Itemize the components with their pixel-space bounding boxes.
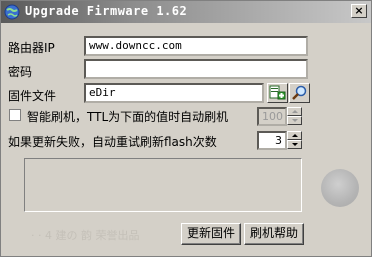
smart-flash-checkbox[interactable] (9, 109, 21, 121)
status-indicator (321, 169, 359, 207)
upgrade-firmware-window: Upgrade Firmware 1.62 × 路由器IP www.downcc… (0, 0, 372, 257)
add-file-icon (268, 85, 287, 106)
retry-up-button[interactable] (287, 131, 302, 140)
retry-count-label: 如果更新失败，自动重试刷新flash次数 (8, 135, 217, 149)
status-log-box (24, 158, 302, 212)
firmware-file-label: 固件文件 (8, 89, 57, 103)
credits-text: · · 4 建の 韵 荣誉出品 (31, 229, 140, 242)
arrow-up-icon (292, 110, 298, 113)
flash-help-button[interactable]: 刷机帮助 (244, 223, 304, 245)
close-button[interactable]: × (351, 4, 367, 18)
update-firmware-button[interactable]: 更新固件 (181, 223, 241, 245)
magnifier-icon (290, 85, 309, 106)
ttl-input[interactable]: 100 (257, 107, 287, 126)
password-label: 密码 (8, 65, 33, 79)
ttl-spinner[interactable] (287, 107, 302, 125)
router-ip-label: 路由器IP (8, 41, 55, 55)
retry-count-spinner[interactable] (287, 131, 302, 149)
firmware-file-input[interactable]: eDir (84, 83, 264, 103)
password-input[interactable] (84, 59, 308, 79)
arrow-down-icon (292, 143, 298, 146)
router-ip-input[interactable]: www.downcc.com (84, 36, 308, 56)
arrow-up-icon (292, 134, 298, 137)
smart-flash-label: 智能刷机，TTL为下面的值时自动刷机 (27, 110, 229, 124)
open-file-button[interactable] (267, 83, 288, 103)
arrow-down-icon (292, 119, 298, 122)
ttl-up-button[interactable] (287, 107, 302, 116)
window-title: Upgrade Firmware 1.62 (25, 4, 188, 18)
ttl-down-button[interactable] (287, 116, 302, 125)
globe-icon (4, 4, 20, 20)
retry-count-input[interactable]: 3 (257, 131, 287, 150)
title-bar[interactable]: Upgrade Firmware 1.62 × (1, 1, 371, 23)
retry-down-button[interactable] (287, 140, 302, 149)
close-icon: × (354, 4, 364, 17)
browse-button[interactable] (289, 83, 310, 103)
